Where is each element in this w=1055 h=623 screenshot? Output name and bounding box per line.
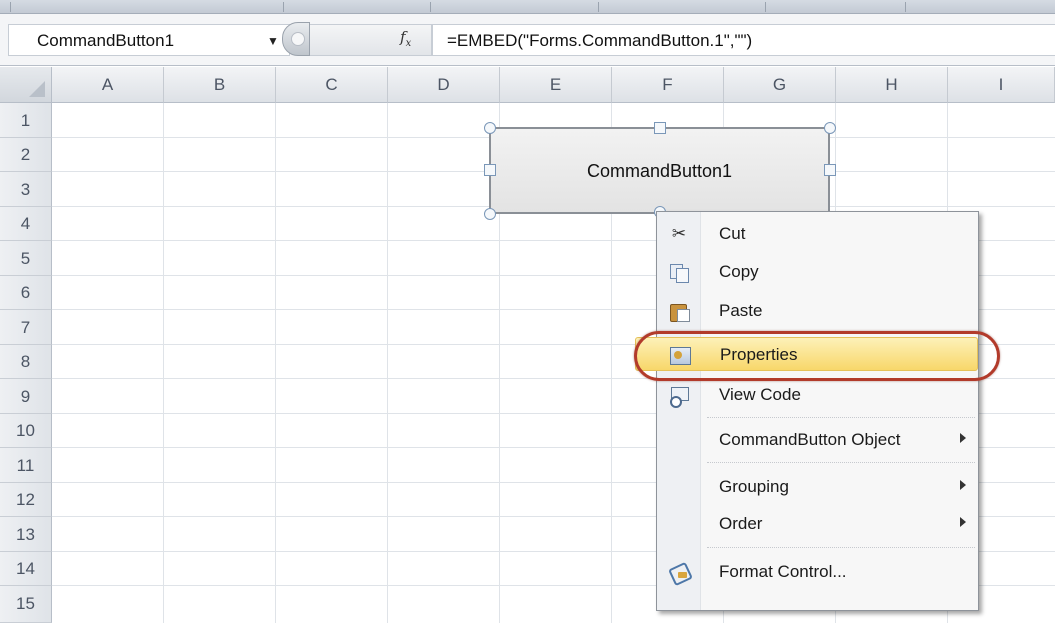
row-header-11[interactable]: 11	[0, 448, 52, 483]
formula-bar-buttons	[310, 24, 432, 56]
row-header-12[interactable]: 12	[0, 483, 52, 517]
view-code-icon	[668, 385, 690, 408]
row-header-1[interactable]: 1	[0, 103, 52, 138]
context-menu: ✂ Cut Copy Paste Properties View Code Co…	[635, 211, 979, 611]
menu-item-order[interactable]: Order	[657, 507, 978, 541]
column-header-b[interactable]: B	[164, 67, 276, 103]
menu-item-cut[interactable]: ✂ Cut	[657, 217, 978, 251]
row-header-14[interactable]: 14	[0, 552, 52, 586]
formula-bar-resize-handle[interactable]	[282, 22, 310, 56]
column-header-f[interactable]: F	[612, 67, 724, 103]
menu-item-paste[interactable]: Paste	[657, 294, 978, 328]
resize-handle-top-left[interactable]	[484, 122, 496, 134]
menu-item-label: Cut	[719, 224, 746, 243]
column-header-a[interactable]: A	[52, 67, 164, 103]
submenu-arrow-icon	[960, 517, 966, 527]
row-header-2[interactable]: 2	[0, 138, 52, 172]
resize-handle-top[interactable]	[654, 122, 666, 134]
menu-separator	[707, 462, 975, 463]
column-header-c[interactable]: C	[276, 67, 388, 103]
ribbon-strip	[0, 0, 1055, 14]
menu-item-label: CommandButton Object	[719, 430, 901, 449]
name-box[interactable]: CommandButton1 ▼	[8, 24, 290, 56]
menu-item-label: View Code	[719, 385, 801, 404]
formula-input[interactable]: =EMBED("Forms.CommandButton.1","")	[432, 24, 1055, 56]
row-header-7[interactable]: 7	[0, 310, 52, 345]
column-header-h[interactable]: H	[836, 67, 948, 103]
submenu-arrow-icon	[960, 480, 966, 490]
format-control-icon	[668, 562, 690, 582]
column-header-e[interactable]: E	[500, 67, 612, 103]
formula-bar: CommandButton1 ▼ fx =EMBED("Forms.Comman…	[0, 14, 1055, 66]
menu-item-copy[interactable]: Copy	[657, 255, 978, 289]
row-header-5[interactable]: 5	[0, 241, 52, 276]
row-header-9[interactable]: 9	[0, 379, 52, 414]
command-button[interactable]: CommandButton1	[489, 127, 830, 214]
resize-handle-right[interactable]	[824, 164, 836, 176]
column-header-g[interactable]: G	[724, 67, 836, 103]
column-header-i[interactable]: I	[948, 67, 1055, 103]
resize-handle-bottom-left[interactable]	[484, 208, 496, 220]
command-button-label: CommandButton1	[586, 161, 733, 181]
menu-item-label: Format Control...	[719, 562, 847, 581]
row-header-13[interactable]: 13	[0, 517, 52, 552]
menu-separator	[707, 417, 975, 418]
menu-item-format-control[interactable]: Format Control...	[657, 555, 978, 589]
column-header-d[interactable]: D	[388, 67, 500, 103]
row-header-8[interactable]: 8	[0, 345, 52, 379]
row-header-15[interactable]: 15	[0, 586, 52, 623]
paste-icon	[668, 301, 690, 322]
chevron-down-icon[interactable]: ▼	[267, 34, 279, 48]
row-header-10[interactable]: 10	[0, 414, 52, 448]
row-header-3[interactable]: 3	[0, 172, 52, 207]
menu-item-commandbutton-object[interactable]: CommandButton Object	[657, 423, 978, 457]
menu-item-view-code[interactable]: View Code	[657, 378, 978, 412]
formula-text: =EMBED("Forms.CommandButton.1","")	[447, 31, 753, 50]
menu-item-label: Grouping	[719, 477, 789, 496]
submenu-arrow-icon	[960, 433, 966, 443]
select-all-button[interactable]	[0, 67, 52, 103]
copy-icon	[668, 262, 690, 283]
menu-item-label: Order	[719, 514, 763, 533]
menu-item-label: Copy	[719, 262, 759, 281]
menu-item-grouping[interactable]: Grouping	[657, 470, 978, 504]
menu-separator	[707, 547, 975, 548]
menu-item-label: Paste	[719, 301, 763, 320]
name-box-value: CommandButton1	[37, 31, 175, 50]
row-header-6[interactable]: 6	[0, 276, 52, 310]
annotation-highlight-ring	[634, 331, 1000, 381]
scissors-icon: ✂	[671, 224, 687, 243]
row-header-4[interactable]: 4	[0, 207, 52, 241]
resize-handle-left[interactable]	[484, 164, 496, 176]
resize-handle-top-right[interactable]	[824, 122, 836, 134]
insert-function-icon[interactable]: fx	[400, 28, 411, 49]
